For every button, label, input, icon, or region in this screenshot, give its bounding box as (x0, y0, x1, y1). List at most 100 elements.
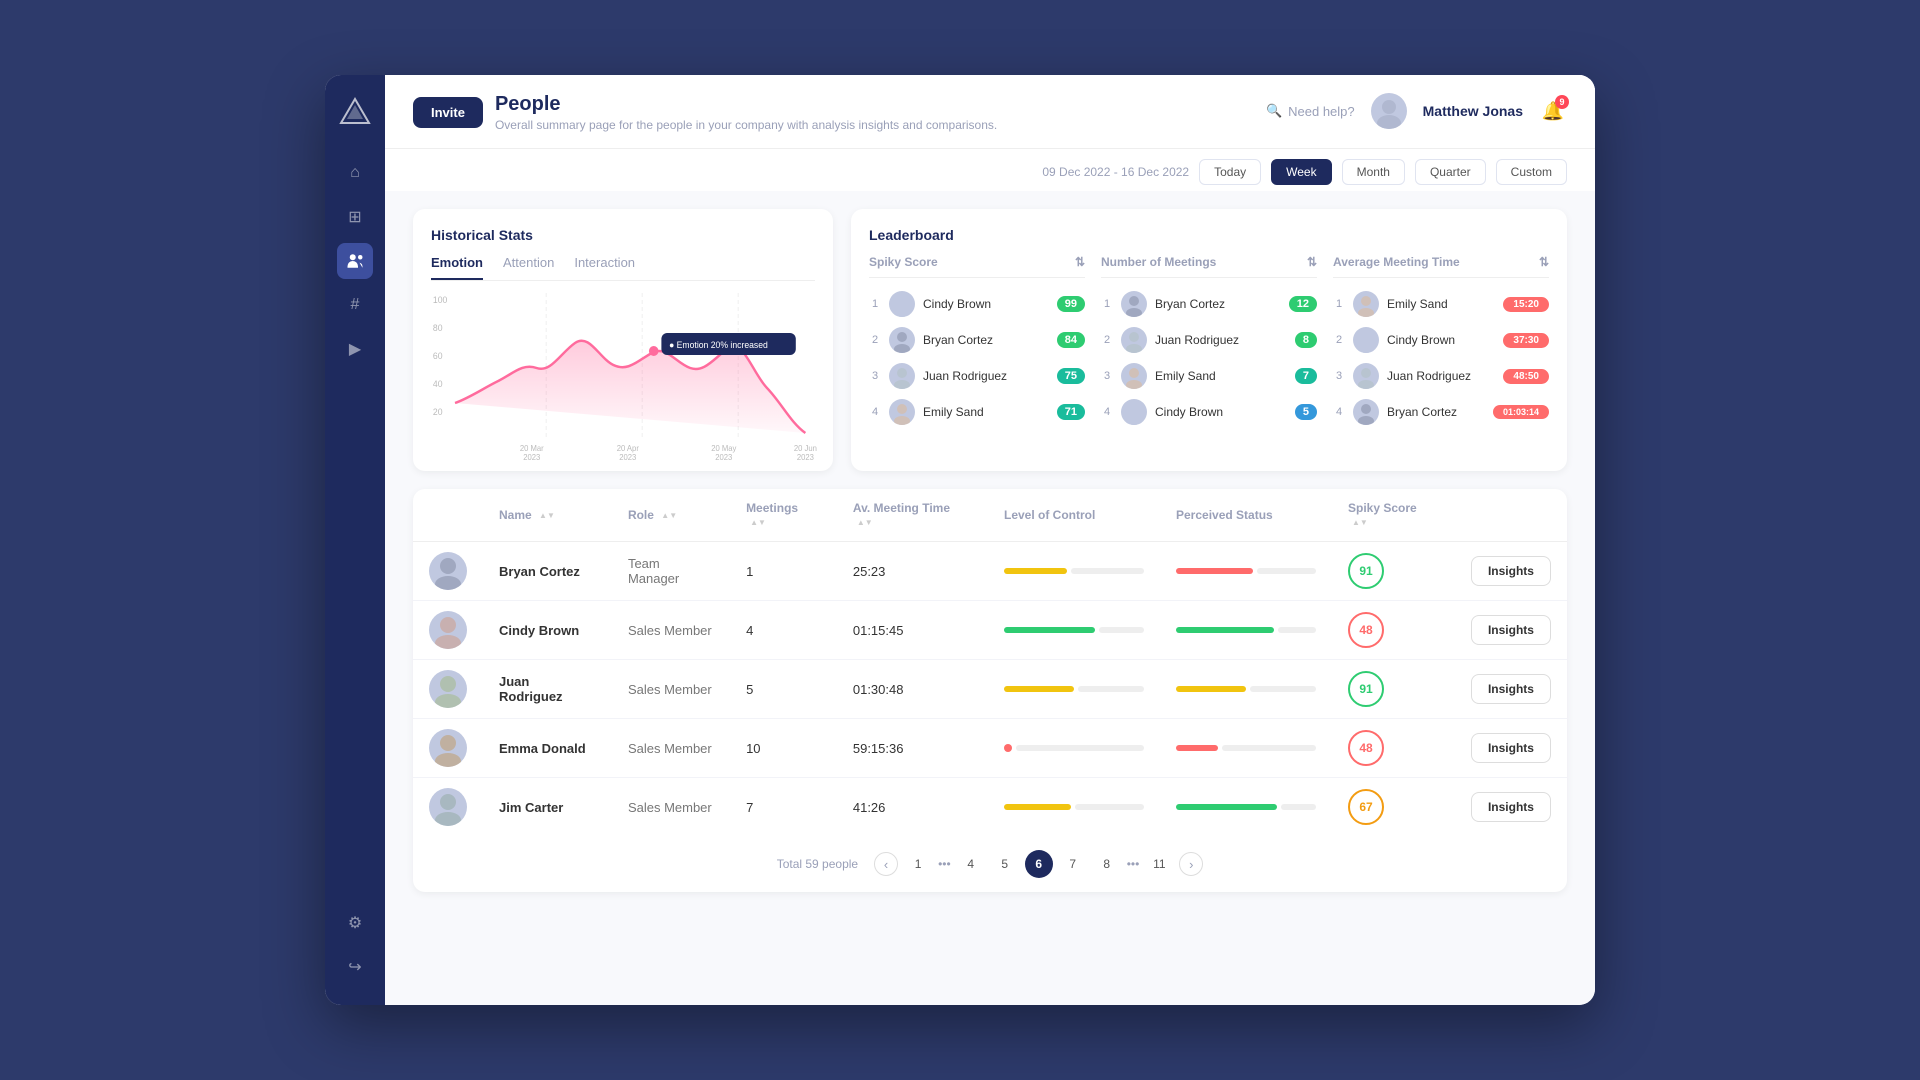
content-grid: Historical Stats Emotion Attention Inter… (385, 191, 1595, 1005)
emotion-chart: 100 80 60 40 20 (431, 293, 815, 453)
people-table-card: Name ▲▼ Role ▲▼ Meetings ▲▼ Av. Meeting … (413, 489, 1567, 892)
app-logo[interactable] (337, 95, 373, 131)
filter-custom[interactable]: Custom (1496, 159, 1567, 185)
td-avg-time: 25:23 (837, 542, 988, 601)
sidebar-item-home[interactable]: ⌂ (337, 155, 373, 191)
pagination-prev[interactable]: ‹ (874, 852, 898, 876)
list-item: 4 Cindy Brown 5 (1101, 394, 1317, 430)
list-item: 4 Emily Sand 71 (869, 394, 1085, 430)
list-item: 3 Juan Rodriguez 75 (869, 358, 1085, 394)
tab-emotion[interactable]: Emotion (431, 255, 483, 280)
page-4[interactable]: 4 (957, 850, 985, 878)
td-loc (988, 601, 1160, 660)
insights-button[interactable]: Insights (1471, 556, 1551, 586)
td-insights: Insights (1455, 719, 1567, 778)
td-ps (1160, 719, 1332, 778)
td-meetings: 7 (730, 778, 837, 837)
insights-button[interactable]: Insights (1471, 674, 1551, 704)
filter-week[interactable]: Week (1271, 159, 1331, 185)
th-name[interactable]: Name ▲▼ (483, 489, 612, 542)
pagination-next[interactable]: › (1179, 852, 1203, 876)
page-subtitle: Overall summary page for the people in y… (495, 118, 997, 132)
td-role: Sales Member (612, 719, 730, 778)
filter-today[interactable]: Today (1199, 159, 1261, 185)
leaderboard-card: Leaderboard Spiky Score ⇅ 1 (851, 209, 1567, 471)
td-avg-time: 01:15:45 (837, 601, 988, 660)
tab-interaction[interactable]: Interaction (574, 255, 635, 280)
table-row: Emma Donald Sales Member 10 59:15:36 48 … (413, 719, 1567, 778)
svg-text:20 Jun: 20 Jun (794, 444, 817, 453)
td-name: Emma Donald (483, 719, 612, 778)
main-content: Invite People Overall summary page for t… (385, 75, 1595, 1005)
page-8[interactable]: 8 (1093, 850, 1121, 878)
historical-tabs: Emotion Attention Interaction (431, 255, 815, 281)
filter-quarter[interactable]: Quarter (1415, 159, 1486, 185)
td-loc (988, 719, 1160, 778)
td-insights: Insights (1455, 601, 1567, 660)
svg-text:40: 40 (433, 379, 443, 389)
td-avatar (413, 778, 483, 837)
page-dots-2: ••• (1127, 857, 1140, 871)
lb-col-spiky: Spiky Score ⇅ 1 Cindy Brown 99 (869, 255, 1085, 430)
people-table: Name ▲▼ Role ▲▼ Meetings ▲▼ Av. Meeting … (413, 489, 1567, 836)
list-item: 1 Bryan Cortez 12 (1101, 286, 1317, 322)
sidebar-item-settings[interactable]: ⚙ (337, 905, 373, 941)
th-loc: Level of Control (988, 489, 1160, 542)
svg-text:20: 20 (433, 407, 443, 417)
lb-avatar (1121, 291, 1147, 317)
td-ps (1160, 542, 1332, 601)
lb-meetings-sort[interactable]: ⇅ (1307, 255, 1317, 269)
notification-bell[interactable]: 🔔 9 (1539, 97, 1567, 125)
sidebar-item-grid[interactable]: ⊞ (337, 199, 373, 235)
list-item: 2 Bryan Cortez 84 (869, 322, 1085, 358)
th-meetings[interactable]: Meetings ▲▼ (730, 489, 837, 542)
td-loc (988, 778, 1160, 837)
page-1[interactable]: 1 (904, 850, 932, 878)
svg-text:60: 60 (433, 351, 443, 361)
lb-avatar (1121, 363, 1147, 389)
td-ps (1160, 601, 1332, 660)
svg-text:20 Apr: 20 Apr (617, 444, 640, 453)
td-score: 48 (1332, 719, 1455, 778)
td-avg-time: 41:26 (837, 778, 988, 837)
person-avatar (429, 611, 467, 649)
sidebar-item-hashtag[interactable]: # (337, 287, 373, 323)
historical-stats-title: Historical Stats (431, 227, 815, 243)
td-name: Juan Rodriguez (483, 660, 612, 719)
person-avatar (429, 552, 467, 590)
td-role: Sales Member (612, 601, 730, 660)
invite-button[interactable]: Invite (413, 97, 483, 128)
person-avatar (429, 788, 467, 826)
table-row: Juan Rodriguez Sales Member 5 01:30:48 9… (413, 660, 1567, 719)
insights-button[interactable]: Insights (1471, 615, 1551, 645)
page-11[interactable]: 11 (1145, 850, 1173, 878)
insights-button[interactable]: Insights (1471, 733, 1551, 763)
td-score: 67 (1332, 778, 1455, 837)
insights-button[interactable]: Insights (1471, 792, 1551, 822)
person-avatar (429, 729, 467, 767)
list-item: 3 Emily Sand 7 (1101, 358, 1317, 394)
th-score[interactable]: Spiky Score ▲▼ (1332, 489, 1455, 542)
td-insights: Insights (1455, 660, 1567, 719)
th-role[interactable]: Role ▲▼ (612, 489, 730, 542)
lb-col-avg-time: Average Meeting Time ⇅ 1 Emily Sand 15:2… (1333, 255, 1549, 430)
filter-month[interactable]: Month (1342, 159, 1405, 185)
lb-spiky-sort[interactable]: ⇅ (1075, 255, 1085, 269)
sidebar-item-play[interactable]: ▶ (337, 331, 373, 367)
sidebar-item-logout[interactable]: ↪ (337, 949, 373, 985)
page-7[interactable]: 7 (1059, 850, 1087, 878)
th-avg-time[interactable]: Av. Meeting Time ▲▼ (837, 489, 988, 542)
page-6[interactable]: 6 (1025, 850, 1053, 878)
tab-attention[interactable]: Attention (503, 255, 554, 280)
svg-text:20 Mar: 20 Mar (520, 444, 544, 453)
help-search[interactable]: 🔍 Need help? (1266, 103, 1355, 119)
svg-text:20 May: 20 May (711, 444, 736, 453)
lb-avgtime-sort[interactable]: ⇅ (1539, 255, 1549, 269)
td-name: Cindy Brown (483, 601, 612, 660)
th-ps: Perceived Status (1160, 489, 1332, 542)
td-score: 91 (1332, 542, 1455, 601)
td-ps (1160, 778, 1332, 837)
td-role: Team Manager (612, 542, 730, 601)
sidebar-item-people[interactable] (337, 243, 373, 279)
page-5[interactable]: 5 (991, 850, 1019, 878)
